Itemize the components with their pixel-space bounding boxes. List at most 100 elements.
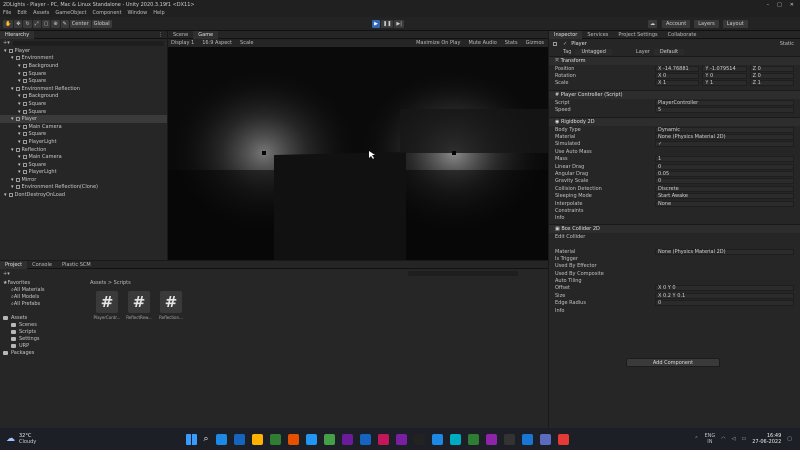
hierarchy-item[interactable]: ▾ PlayerLight — [0, 169, 167, 177]
pivot-center-button[interactable]: Center — [69, 19, 91, 28]
project-tree-item[interactable]: ⌕ All Prefabs — [3, 300, 83, 307]
tab-console[interactable]: Console — [27, 261, 57, 269]
static-toggle[interactable]: Static — [780, 41, 800, 47]
taskbar-app-icon[interactable] — [521, 433, 533, 445]
project-tree-item[interactable]: ★ Favorites — [3, 279, 83, 286]
taskbar-app-icon[interactable] — [395, 433, 407, 445]
clock[interactable]: 16:49 27-06-2022 — [752, 433, 781, 445]
field-value[interactable]: X 0.2 Y 0.1 — [655, 292, 794, 299]
hand-tool-icon[interactable]: ✋ — [3, 19, 14, 28]
project-tree-item[interactable]: URP — [3, 342, 83, 349]
script-field[interactable]: PlayerController — [655, 99, 794, 106]
field-value[interactable]: 0.05 — [655, 170, 794, 177]
rotation-z-field[interactable]: Z 0 — [749, 73, 794, 80]
tab-project-settings[interactable]: Project Settings — [613, 31, 662, 39]
menu-file[interactable]: File — [3, 10, 11, 16]
project-search-input[interactable] — [408, 271, 518, 276]
taskbar-app-icon[interactable] — [233, 433, 245, 445]
transform-component-header[interactable]: ⤧ Transform — [549, 56, 800, 65]
gizmos-dropdown[interactable]: Gizmos — [526, 40, 548, 46]
battery-icon[interactable]: ▭ — [741, 436, 746, 442]
expand-arrow-icon[interactable]: ▾ — [11, 177, 14, 183]
display-dropdown[interactable]: Display 1 — [171, 40, 194, 46]
field-value[interactable]: 0 — [655, 178, 794, 185]
layer-dropdown[interactable]: Default — [653, 49, 685, 55]
project-tree-item[interactable]: Scripts — [3, 328, 83, 335]
tray-chevron-icon[interactable]: ⌃ — [694, 436, 698, 442]
taskbar-app-icon[interactable] — [413, 433, 425, 445]
field-value[interactable]: None (Physics Material 2D) — [655, 134, 794, 141]
taskbar-app-icon[interactable] — [449, 433, 461, 445]
expand-arrow-icon[interactable]: ▾ — [18, 63, 21, 69]
taskbar-app-icon[interactable] — [323, 433, 335, 445]
hierarchy-item[interactable]: ▾ Square — [0, 70, 167, 78]
scale-x-field[interactable]: X 1 — [655, 80, 700, 87]
step-button[interactable]: ▶| — [394, 20, 404, 28]
hierarchy-item[interactable]: ▾ PlayerLight — [0, 138, 167, 146]
notification-icon[interactable]: ▢ — [787, 436, 792, 442]
hierarchy-item[interactable]: ▾ Player — [0, 47, 167, 55]
taskbar-app-icon[interactable] — [305, 433, 317, 445]
language-indicator[interactable]: ENG IN — [704, 433, 715, 445]
expand-arrow-icon[interactable]: ▾ — [11, 86, 14, 92]
box-collider-header[interactable]: ▣ Box Collider 2D — [549, 224, 800, 234]
hierarchy-item[interactable]: ▾ Environment — [0, 55, 167, 63]
hierarchy-search-input[interactable] — [12, 40, 164, 46]
add-component-button[interactable]: Add Component — [626, 358, 720, 367]
pivot-global-button[interactable]: Global — [91, 19, 112, 28]
expand-arrow-icon[interactable]: ▾ — [11, 55, 14, 61]
hierarchy-item[interactable]: ▾ Reflection — [0, 146, 167, 154]
rotate-tool-icon[interactable]: ↻ — [23, 19, 32, 28]
taskbar-app-icon[interactable] — [341, 433, 353, 445]
layers-dropdown[interactable]: Layers — [694, 20, 719, 28]
rotation-y-field[interactable]: Y 0 — [702, 73, 747, 80]
player-controller-header[interactable]: # Player Controller (Script) — [549, 90, 800, 100]
collab-icon[interactable]: ☁ — [648, 20, 657, 28]
move-tool-icon[interactable]: ✥ — [14, 19, 23, 28]
taskbar-app-icon[interactable] — [251, 433, 263, 445]
maximize-on-play-toggle[interactable]: Maximize On Play — [416, 40, 460, 46]
hierarchy-item[interactable]: ▾ Square — [0, 108, 167, 116]
expand-arrow-icon[interactable]: ▾ — [11, 184, 14, 190]
play-button[interactable]: ▶ — [372, 20, 380, 28]
close-button[interactable]: ✕ — [790, 2, 794, 8]
taskbar-app-icon[interactable] — [377, 433, 389, 445]
tab-inspector[interactable]: Inspector — [549, 30, 583, 39]
rect-tool-icon[interactable]: ▢ — [41, 19, 51, 28]
taskbar-app-icon[interactable] — [269, 433, 281, 445]
field-value[interactable]: X 0 Y 0 — [655, 285, 794, 292]
field-value[interactable]: ✓ — [655, 141, 794, 148]
hierarchy-item[interactable]: ▾ Environment Reflection — [0, 85, 167, 93]
field-value[interactable]: Discrete — [655, 185, 794, 192]
script-asset[interactable]: # Reflection... — [156, 291, 186, 320]
tag-dropdown[interactable]: Untagged — [575, 49, 612, 55]
hierarchy-item[interactable]: ▾ Player — [0, 115, 167, 123]
field-value[interactable]: 0 — [655, 300, 794, 307]
expand-arrow-icon[interactable]: ▾ — [11, 116, 14, 122]
expand-arrow-icon[interactable]: ▾ — [18, 154, 21, 160]
hierarchy-item[interactable]: ▾ Environment Reflection(Clone) — [0, 184, 167, 192]
object-name-field[interactable]: Player — [571, 41, 587, 47]
kebab-menu-icon[interactable]: ⋮ — [158, 32, 167, 38]
pause-button[interactable]: ❚❚ — [381, 20, 394, 28]
hierarchy-item[interactable]: ▾ Square — [0, 77, 167, 85]
expand-arrow-icon[interactable]: ▾ — [4, 48, 7, 54]
expand-arrow-icon[interactable]: ▾ — [18, 169, 21, 175]
windows-start-icon[interactable] — [185, 433, 197, 445]
project-tree-item[interactable]: ⌕ All Materials — [3, 286, 83, 293]
weather-widget[interactable]: ☁ 32°C Cloudy — [0, 433, 120, 445]
tab-collaborate[interactable]: Collaborate — [663, 31, 702, 39]
scale-y-field[interactable]: Y 1 — [702, 80, 747, 87]
volume-icon[interactable]: ◁ — [732, 436, 736, 442]
hierarchy-item[interactable]: ▾ Square — [0, 131, 167, 139]
aspect-dropdown[interactable]: 16:9 Aspect — [202, 40, 232, 46]
taskbar-app-icon[interactable] — [485, 433, 497, 445]
hierarchy-item[interactable]: ▾ Background — [0, 62, 167, 70]
project-tree-item[interactable]: Assets — [3, 314, 83, 321]
tab-game[interactable]: Game — [193, 30, 219, 39]
position-y-field[interactable]: Y -1.079514 — [702, 65, 747, 72]
expand-arrow-icon[interactable]: ▾ — [18, 162, 21, 168]
tab-plastic-scm[interactable]: Plastic SCM — [57, 261, 96, 269]
speed-field[interactable]: 5 — [655, 107, 794, 114]
field-value[interactable]: Start Awake — [655, 193, 794, 200]
